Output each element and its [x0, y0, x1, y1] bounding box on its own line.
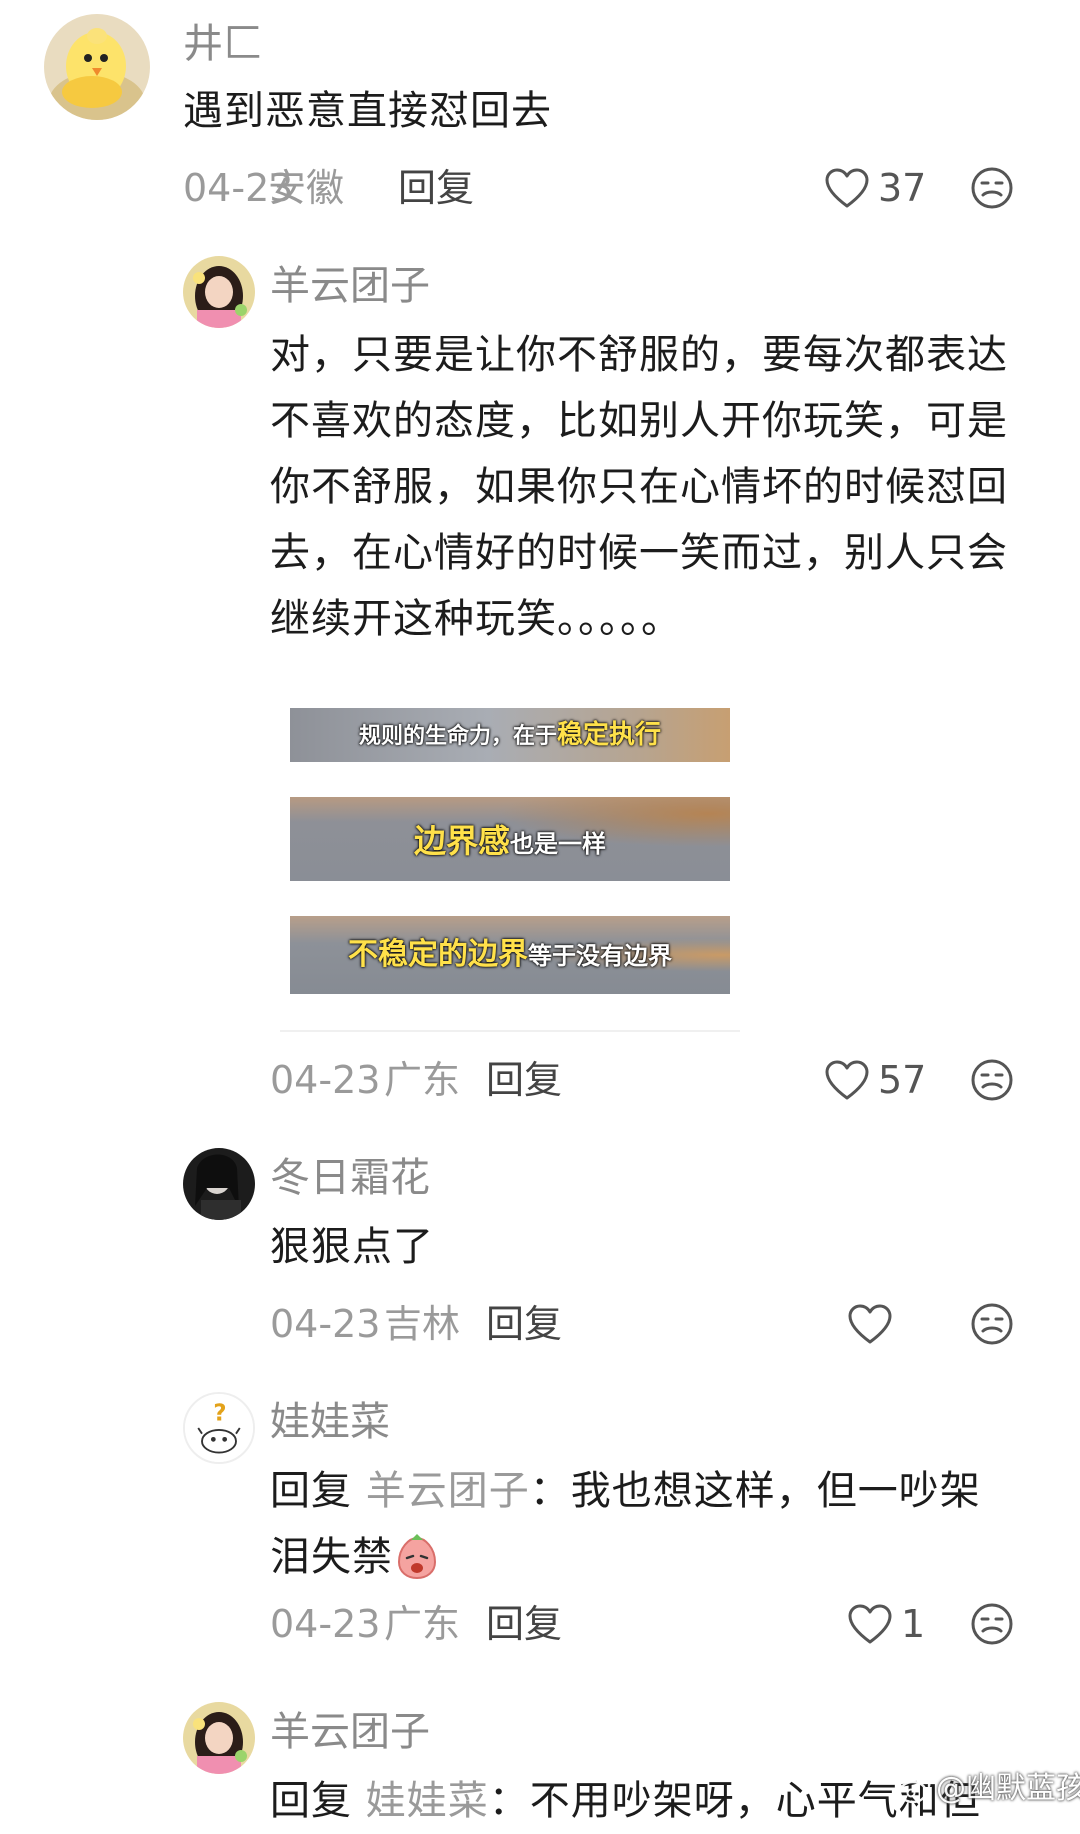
comment-text-line: 泪失禁 — [270, 1524, 439, 1590]
reply-prefix: 回复 — [270, 1468, 352, 1514]
comment-username[interactable]: 娃娃菜 — [270, 1398, 390, 1446]
cartoon-avatar-image: ? — [185, 1394, 253, 1462]
duck-avatar-image — [44, 14, 150, 120]
caption-yellow-text: 边界感 — [413, 822, 510, 860]
comment-text: 狠狠点了 — [270, 1224, 434, 1270]
like-count: 37 — [878, 166, 927, 210]
heart-outline-icon — [825, 168, 869, 208]
caption-strip: 边界感也是一样 — [290, 797, 730, 881]
meh-face-icon[interactable] — [970, 166, 1014, 210]
avatar-cartoon[interactable]: ? — [183, 1392, 255, 1464]
reply-button[interactable]: 回复 — [486, 1302, 562, 1346]
watermark-text: @幽默蓝孩 — [936, 1771, 1080, 1806]
caption-white-text: 规则的生命力，在于 — [358, 724, 557, 749]
comment-text-line: 不喜欢的态度，比如别人开你玩笑，可是 — [270, 398, 1008, 444]
caption-strip: 规则的生命力，在于稳定执行 — [290, 708, 730, 762]
comment-location: 广东 — [384, 1058, 461, 1102]
comment-location: 吉林 — [384, 1302, 461, 1346]
mention-username[interactable]: 娃娃菜 — [366, 1778, 489, 1824]
reply-button[interactable]: 回复 — [486, 1058, 562, 1102]
like-button[interactable]: 37 — [824, 164, 926, 212]
meh-face-icon[interactable] — [970, 1302, 1014, 1346]
comment-username[interactable]: 羊云团子 — [270, 1708, 430, 1756]
dark-avatar-image — [183, 1148, 255, 1220]
comment-username[interactable]: 井匚 — [183, 20, 263, 68]
comment-text-line: 回复 羊云团子：我也想这样，但一吵架 — [270, 1458, 981, 1524]
girl-avatar-image — [183, 256, 255, 328]
comment-username[interactable]: 羊云团子 — [270, 262, 430, 310]
avatar-girl[interactable] — [183, 1702, 255, 1774]
avatar-dark[interactable] — [183, 1148, 255, 1220]
reply-button[interactable]: 回复 — [398, 166, 474, 210]
comment-text-line: 继续开这种玩笑。。。。。 — [270, 596, 682, 642]
meh-face-icon[interactable] — [970, 1602, 1014, 1646]
caption-white-text: 也是一样 — [510, 830, 606, 858]
svg-text:?: ? — [213, 1400, 226, 1426]
like-count: 1 — [901, 1602, 926, 1646]
weibo-logo-icon — [898, 1776, 931, 1804]
reply-text: ：我也想这样，但一吵架 — [529, 1468, 981, 1514]
caption-yellow-text: 稳定执行 — [557, 720, 662, 750]
comment-username[interactable]: 冬日霜花 — [270, 1154, 430, 1202]
crying-emoji-icon — [397, 1534, 437, 1580]
avatar-girl[interactable] — [183, 256, 255, 328]
caption-yellow-text: 不稳定的边界 — [348, 937, 528, 972]
comment-text-line: 你不舒服，如果你只在心情坏的时候怼回 — [270, 464, 1008, 510]
comment-date: 04-23 — [270, 1302, 381, 1346]
comment-text: 对，只要是让你不舒服的，要每次都表达 不喜欢的态度，比如别人开你玩笑，可是 你不… — [270, 322, 1008, 652]
like-button[interactable]: 1 — [847, 1600, 925, 1648]
comment-text: 遇到恶意直接怼回去 — [183, 88, 552, 134]
comment-location: 安徽 — [268, 166, 345, 210]
mention-username[interactable]: 羊云团子 — [366, 1468, 530, 1514]
comment-date: 04-23 — [270, 1058, 381, 1102]
comment-date: 04-23 — [270, 1602, 381, 1646]
comment-text-line: 去，在心情好的时候一笑而过，别人只会 — [270, 530, 1008, 576]
reply-button[interactable]: 回复 — [486, 1602, 562, 1646]
comment-text-line: 对，只要是让你不舒服的，要每次都表达 — [270, 332, 1008, 378]
avatar-duck[interactable] — [44, 14, 150, 120]
heart-outline-icon — [848, 1604, 892, 1644]
watermark: @幽默蓝孩 — [898, 1772, 1080, 1806]
caption-white-text: 等于没有边界 — [528, 942, 672, 970]
meh-face-icon[interactable] — [970, 1058, 1014, 1102]
like-count: 57 — [878, 1058, 927, 1102]
caption-strip: 不稳定的边界等于没有边界 — [290, 916, 730, 994]
like-button[interactable] — [847, 1300, 901, 1348]
reply-prefix: 回复 — [270, 1778, 352, 1824]
like-button[interactable]: 57 — [824, 1056, 926, 1104]
reply-text: 泪失禁 — [270, 1534, 393, 1580]
comment-text-line: 回复 娃娃菜：不用吵架呀，心平气和但 — [270, 1768, 981, 1834]
heart-outline-icon — [848, 1304, 892, 1344]
comment-location: 广东 — [384, 1602, 461, 1646]
heart-outline-icon — [825, 1060, 869, 1100]
girl-avatar-image — [183, 1702, 255, 1774]
